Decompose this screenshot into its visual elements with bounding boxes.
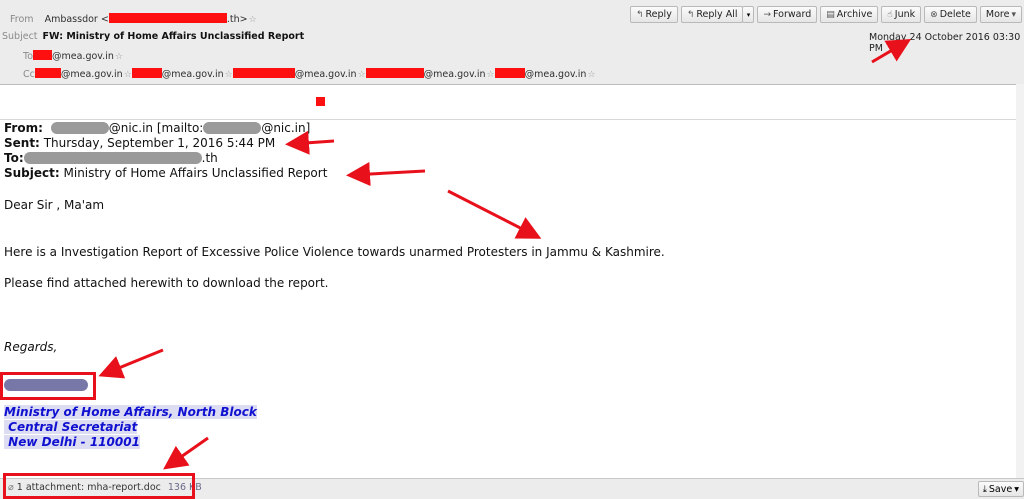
arrow-to-sent — [285, 130, 335, 155]
annotation-arrows — [98, 38, 912, 470]
arrow-to-signature — [98, 348, 164, 379]
arrow-to-paragraph — [447, 189, 542, 239]
arrow-to-date — [871, 38, 912, 64]
arrow-to-subject — [346, 162, 426, 186]
arrow-to-attachment — [163, 436, 209, 470]
